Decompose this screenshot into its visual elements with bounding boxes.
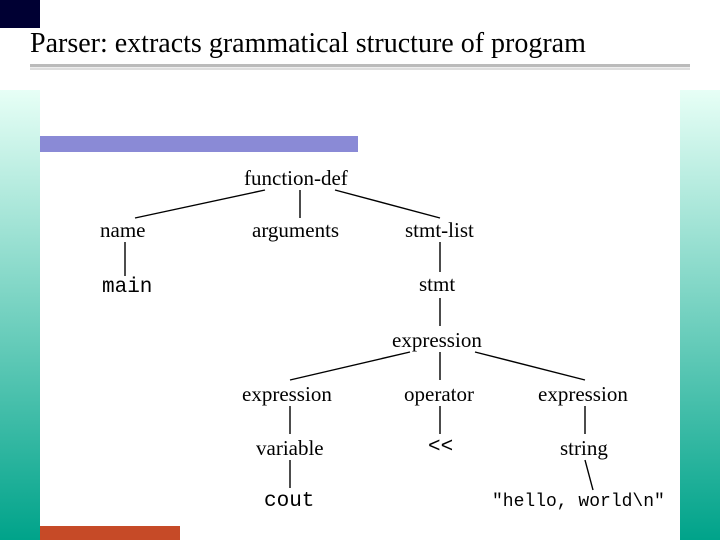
title-underline — [30, 64, 690, 67]
node-expression-left: expression — [242, 382, 332, 407]
node-arguments: arguments — [252, 218, 339, 243]
corner-accent — [0, 0, 40, 28]
parse-tree-diagram: function-def name arguments stmt-list ma… — [40, 150, 680, 526]
node-main: main — [102, 276, 152, 299]
footer-accent — [40, 526, 180, 540]
node-expression-top: expression — [392, 328, 482, 353]
node-stmt: stmt — [419, 272, 455, 297]
node-cout: cout — [264, 490, 314, 513]
node-operator: operator — [404, 382, 474, 407]
node-expression-right: expression — [538, 382, 628, 407]
gradient-right — [680, 90, 720, 540]
page-title: Parser: extracts grammatical structure o… — [30, 28, 690, 64]
node-name: name — [100, 218, 145, 243]
node-variable: variable — [256, 436, 324, 461]
gradient-left — [0, 90, 40, 540]
node-op-symbol: << — [428, 436, 453, 459]
node-stmt-list: stmt-list — [405, 218, 474, 243]
node-string: string — [560, 436, 608, 461]
node-hello-string: "hello, world\n" — [492, 492, 665, 512]
tree-edges — [40, 150, 680, 526]
node-function-def: function-def — [244, 166, 348, 191]
title-block: Parser: extracts grammatical structure o… — [30, 28, 690, 90]
